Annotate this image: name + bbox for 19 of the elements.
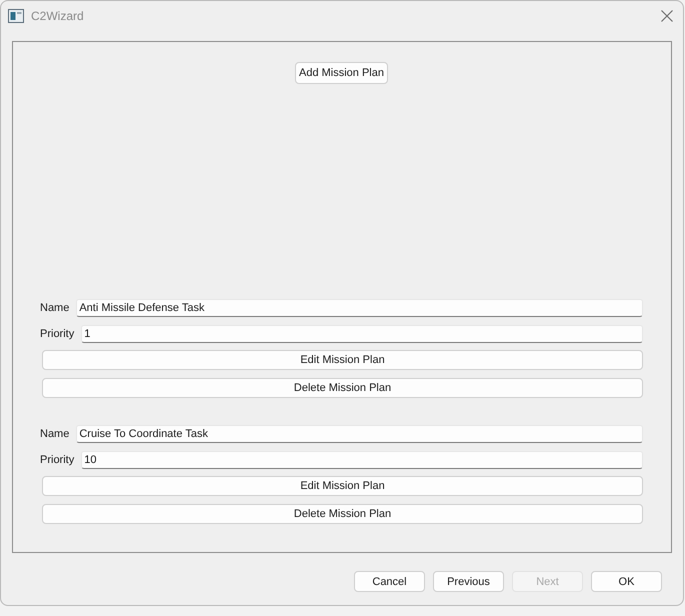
name-field[interactable]: Anti Missile Defense Task xyxy=(76,299,643,317)
delete-mission-plan-button[interactable]: Delete Mission Plan xyxy=(42,378,643,398)
window-title: C2Wizard xyxy=(31,8,85,22)
priority-field[interactable]: 1 xyxy=(81,325,643,343)
dialog-button[interactable]: OK xyxy=(591,571,662,592)
dialog-button[interactable]: Cancel xyxy=(354,571,425,592)
priority-field[interactable]: 10 xyxy=(81,451,643,469)
priority-label: Priority xyxy=(40,454,74,466)
dialog-button[interactable]: Previous xyxy=(433,571,504,592)
name-field[interactable]: Cruise To Coordinate Task xyxy=(76,425,643,443)
name-label: Name xyxy=(40,302,70,314)
edit-mission-plan-button[interactable]: Edit Mission Plan xyxy=(42,350,643,370)
add-mission-plan-button[interactable]: Add Mission Plan xyxy=(295,62,388,84)
edit-mission-plan-button[interactable]: Edit Mission Plan xyxy=(42,476,643,496)
close-icon[interactable] xyxy=(661,10,673,22)
delete-mission-plan-button[interactable]: Delete Mission Plan xyxy=(42,504,643,524)
priority-label: Priority xyxy=(40,328,74,340)
window-icon xyxy=(8,8,24,22)
name-label: Name xyxy=(40,428,70,440)
